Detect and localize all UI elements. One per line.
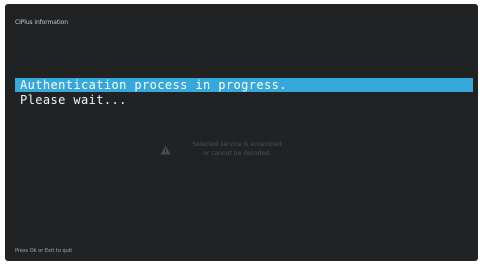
ciplus-information-screen: CIPlus information Authentication proces… [5,4,478,261]
warning-icon [160,145,171,155]
wait-message: Please wait... [20,93,127,107]
screen-title: CIPlus information [15,19,68,26]
notice-line-2: or cannot be decoded. [203,149,271,157]
notice-text: Selected service is scrambled or cannot … [177,141,297,158]
notice-line-1: Selected service is scrambled [192,141,282,148]
auth-message-banner: Authentication process in progress. [15,78,473,92]
footer-hint: Press Ok or Exit to quit [15,248,73,254]
auth-message: Authentication process in progress. [20,78,287,92]
